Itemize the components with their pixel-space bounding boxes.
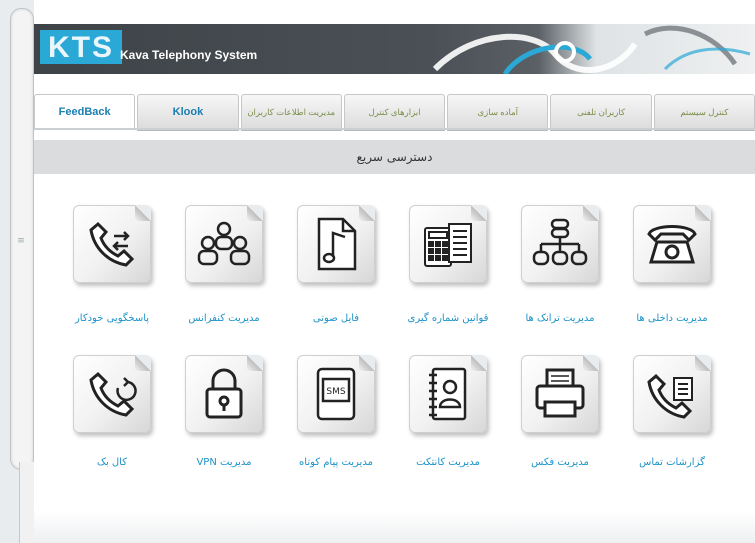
shortcut-label: گزارشات تماس	[639, 457, 705, 468]
main-tabs: FeedBack Klook مدیریت اطلاعات کاربران اب…	[34, 92, 755, 131]
conference-icon	[185, 205, 263, 283]
quick-access-title: دسترسی سریع	[356, 150, 433, 164]
trunk-icon	[521, 205, 599, 283]
tab-feedback[interactable]: FeedBack	[34, 94, 136, 131]
auto-answer-icon	[73, 205, 151, 283]
shortcut-fax[interactable]: مدیریت فکس	[504, 355, 616, 468]
shortcut-label: مدیریت فکس	[531, 457, 589, 468]
decorative-swirl-icon	[432, 25, 751, 74]
sms-icon: SMS	[297, 355, 375, 433]
shortcut-label: مدیریت داخلی ها	[636, 313, 708, 324]
shortcut-label: کال بک	[97, 457, 127, 468]
tab-system-control[interactable]: کنترل سیستم	[653, 94, 755, 131]
header-banner: KTS Kava Telephony System	[34, 24, 755, 74]
audio-file-icon	[297, 205, 375, 283]
shortcut-label: پاسخگویی خودکار	[74, 313, 150, 324]
shortcut-audio-file[interactable]: فایل صوتی	[280, 205, 392, 324]
extension-phone-icon	[633, 205, 711, 283]
system-name: Kava Telephony System	[120, 48, 258, 62]
tab-divider	[34, 128, 755, 130]
quick-access-bar: دسترسی سریع	[34, 140, 755, 174]
shortcut-label: قوانین شماره گیری	[407, 313, 489, 324]
scrollbar[interactable]: ≡	[10, 8, 34, 470]
shortcut-contacts[interactable]: مدیریت کانتکت	[392, 355, 504, 468]
shortcut-grid-row2: کال بک مدیریت VPN SMS مدیریت پیام کوتاه	[56, 355, 755, 468]
main-page: KTS Kava Telephony System FeedBack Klook…	[34, 0, 755, 543]
shortcut-conference[interactable]: مدیریت کنفرانس	[168, 205, 280, 324]
shortcut-label: مدیریت کنفرانس	[188, 313, 260, 324]
scroll-rail	[19, 462, 35, 543]
tab-klook[interactable]: Klook	[137, 94, 239, 131]
tab-user-info-management[interactable]: مدیریت اطلاعات کاربران	[240, 94, 342, 131]
vpn-lock-icon	[185, 355, 263, 433]
shortcut-trunk-management[interactable]: مدیریت ترانک ها	[504, 205, 616, 324]
shortcut-label: مدیریت VPN	[196, 457, 252, 468]
call-report-icon	[633, 355, 711, 433]
contacts-book-icon	[409, 355, 487, 433]
shortcut-callback[interactable]: کال بک	[56, 355, 168, 468]
shortcut-extension-management[interactable]: مدیریت داخلی ها	[616, 205, 728, 324]
shortcut-grid: پاسخگویی خودکار مدیریت کنفرانس فایل صوتی…	[56, 205, 755, 324]
scroll-grip-icon[interactable]: ≡	[16, 237, 26, 253]
shortcut-label: فایل صوتی	[312, 313, 360, 324]
shortcut-label: مدیریت پیام کوتاه	[299, 457, 373, 468]
footer-band	[34, 510, 755, 543]
dial-rules-icon	[409, 205, 487, 283]
tab-phone-users[interactable]: کاربران تلفنی	[550, 94, 652, 131]
shortcut-label: مدیریت کانتکت	[416, 457, 480, 468]
shortcut-sms[interactable]: SMS مدیریت پیام کوتاه	[280, 355, 392, 468]
shortcut-call-reports[interactable]: گزارشات تماس	[616, 355, 728, 468]
shortcut-vpn[interactable]: مدیریت VPN	[168, 355, 280, 468]
tab-control-tools[interactable]: ابزارهای کنترل	[343, 94, 446, 131]
kts-logo: KTS	[40, 30, 122, 64]
shortcut-auto-answer[interactable]: پاسخگویی خودکار	[56, 205, 168, 324]
callback-icon	[73, 355, 151, 433]
fax-printer-icon	[521, 355, 599, 433]
shortcut-dial-rules[interactable]: قوانین شماره گیری	[392, 205, 504, 324]
svg-text:SMS: SMS	[326, 387, 345, 397]
tab-preparation[interactable]: آماده سازی	[447, 94, 549, 131]
shortcut-label: مدیریت ترانک ها	[525, 313, 595, 324]
